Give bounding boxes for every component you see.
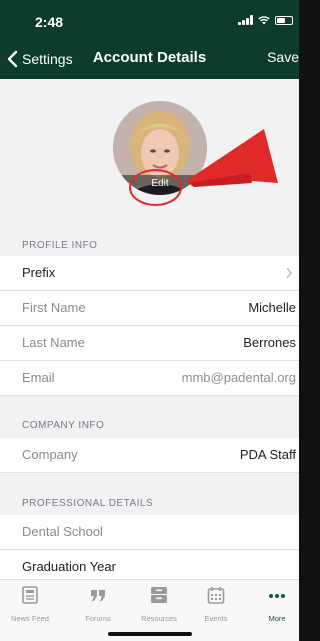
row-value: Berrones: [243, 335, 296, 350]
nav-bar: Settings Account Details Save: [0, 40, 299, 79]
account-details-screen: 2:48 Settings Account Details Save Edit …: [0, 0, 299, 641]
top-bar: 2:48 Settings Account Details Save: [0, 0, 299, 79]
status-bar: 2:48: [0, 0, 299, 40]
tab-events[interactable]: Events: [190, 586, 242, 623]
news-feed-icon: [22, 586, 38, 604]
row-label: Last Name: [22, 335, 85, 350]
annotation-arrow-icon: [186, 129, 278, 187]
home-indicator: [108, 632, 192, 636]
row-first-name[interactable]: First Name Michelle: [0, 291, 299, 326]
tab-news-feed[interactable]: News Feed: [4, 586, 56, 623]
row-label: Prefix: [22, 265, 56, 280]
annotation-circle: [129, 169, 182, 206]
row-value: PDA Staff: [239, 447, 296, 462]
quote-icon: [91, 590, 105, 601]
calendar-icon: [207, 587, 225, 604]
section-header-company: COMPANY INFO: [0, 396, 299, 438]
tab-label: More: [268, 614, 286, 623]
tab-label: Events: [204, 614, 228, 623]
row-label: Email: [22, 370, 55, 385]
row-dental-school[interactable]: Dental School: [0, 515, 299, 550]
status-icons: [238, 15, 293, 25]
row-label: Dental School: [22, 524, 103, 539]
tab-label: Forums: [85, 614, 111, 623]
row-prefix[interactable]: Prefix: [0, 256, 299, 291]
tab-forums[interactable]: Forums: [72, 586, 124, 623]
signal-icon: [238, 15, 253, 25]
row-label: Graduation Year: [22, 559, 116, 574]
tab-label: News Feed: [11, 614, 49, 623]
row-email[interactable]: Email mmb@padental.org: [0, 361, 299, 396]
more-dots-icon: [269, 594, 285, 598]
row-last-name[interactable]: Last Name Berrones: [0, 326, 299, 361]
archive-box-icon: [151, 587, 167, 603]
section-header-professional: PROFESSIONAL DETAILS: [0, 473, 299, 515]
status-time: 2:48: [35, 14, 64, 30]
tab-more[interactable]: More: [255, 586, 299, 623]
tab-resources[interactable]: Resources: [133, 586, 185, 623]
avatar-section: Edit: [0, 79, 299, 226]
row-label: First Name: [22, 300, 86, 315]
chevron-right-icon: [286, 267, 292, 279]
row-value: Michelle: [248, 300, 296, 315]
tab-label: Resources: [141, 614, 177, 623]
row-label: Company: [22, 447, 78, 462]
page-title: Account Details: [92, 49, 207, 66]
section-header-profile: PROFILE INFO: [0, 226, 299, 256]
row-value: mmb@padental.org: [181, 370, 296, 385]
save-button[interactable]: Save: [267, 49, 299, 65]
battery-icon: [275, 15, 293, 25]
wifi-icon: [258, 16, 270, 25]
row-company[interactable]: Company PDA Staff: [0, 438, 299, 473]
